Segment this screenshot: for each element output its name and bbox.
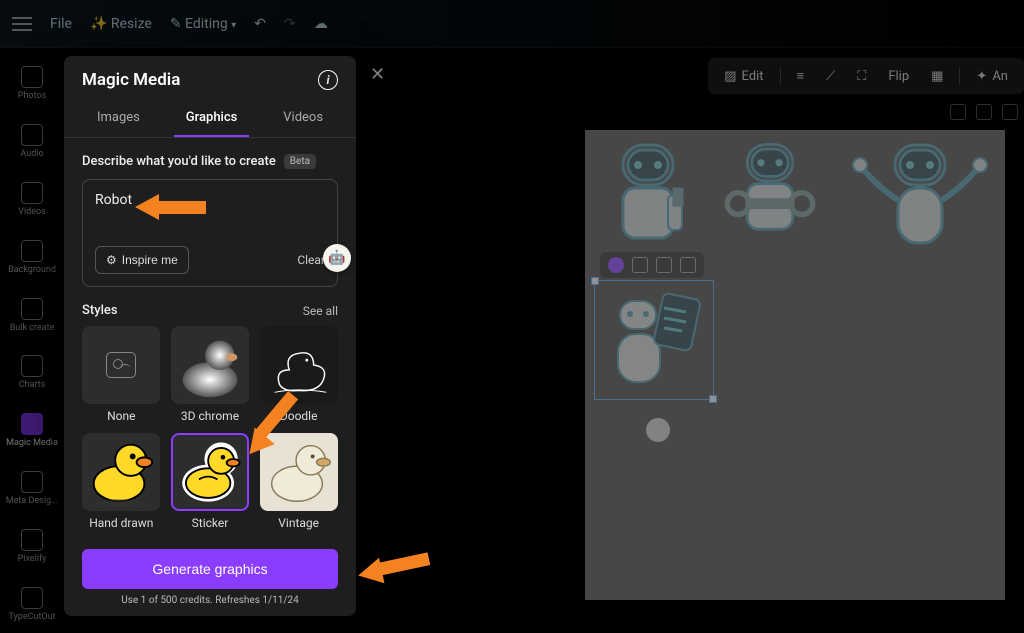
duck-doodle-icon xyxy=(260,326,338,404)
prompt-input[interactable]: Robot ⚙ Inspire me Clear 🤖 xyxy=(82,179,338,287)
sidebar-item-magicmedia[interactable]: Magic Media xyxy=(0,413,64,449)
close-panel-button[interactable]: ✕ xyxy=(370,64,385,85)
crop-icon[interactable]: ⛶ xyxy=(851,65,872,88)
expand-icon[interactable] xyxy=(1002,104,1018,120)
transparency-icon[interactable]: ▦ xyxy=(925,65,949,88)
info-icon[interactable]: i xyxy=(318,70,338,90)
beta-badge: Beta xyxy=(284,154,316,169)
copy-icon[interactable] xyxy=(976,104,992,120)
sidebar-item-bulkcreate[interactable]: Bulk create xyxy=(0,298,64,334)
edit-icon: ▨ xyxy=(724,69,736,84)
inspire-button[interactable]: ⚙ Inspire me xyxy=(95,246,189,274)
tab-graphics[interactable]: Graphics xyxy=(174,100,250,137)
sidebar-item-photos[interactable]: Photos xyxy=(0,66,64,102)
robot-graphic-2[interactable] xyxy=(720,140,820,249)
align-icon[interactable]: ≡ xyxy=(791,64,811,88)
left-sidebar: Photos Audio Videos Background Bulk crea… xyxy=(0,48,64,633)
duck-handdrawn-icon xyxy=(82,433,160,511)
duck-sticker-icon xyxy=(173,433,247,511)
top-toolbar: File ✨ Resize ✎ Editing ▾ ↶ ↷ ☁ xyxy=(0,0,1024,48)
see-all-link[interactable]: See all xyxy=(303,304,338,318)
style-hand-drawn[interactable]: Hand drawn xyxy=(82,433,161,530)
sidebar-item-background[interactable]: Background xyxy=(0,240,64,276)
tab-videos[interactable]: Videos xyxy=(271,100,335,137)
curve-icon[interactable]: ⟋ xyxy=(820,65,841,88)
undo-button[interactable]: ↶ xyxy=(254,16,266,32)
more-icon[interactable] xyxy=(680,257,696,273)
edit-button[interactable]: ▨ Edit xyxy=(718,65,769,88)
sidebar-item-audio[interactable]: Audio xyxy=(0,124,64,160)
magic-media-panel: Magic Media i Images Graphics Videos Des… xyxy=(64,56,356,616)
assistant-icon[interactable]: 🤖 xyxy=(323,244,351,272)
element-toolbar: ▨ Edit ≡ ⟋ ⛶ Flip ▦ ✦ An xyxy=(708,58,1024,94)
style-doodle[interactable]: Doodle xyxy=(259,326,338,423)
duck-chrome-icon xyxy=(171,326,249,404)
panel-title: Magic Media xyxy=(82,70,180,90)
style-sticker[interactable]: Sticker xyxy=(171,433,250,530)
robot-graphic-3[interactable] xyxy=(850,140,990,260)
prompt-text: Robot xyxy=(95,192,325,208)
generate-button[interactable]: Generate graphics xyxy=(82,549,338,589)
styles-grid: None 3D chrome xyxy=(82,326,338,530)
credits-text: Use 1 of 500 credits. Refreshes 1/11/24 xyxy=(64,595,356,616)
document-controls xyxy=(950,104,1018,120)
image-placeholder-icon xyxy=(106,352,136,378)
lock-icon[interactable] xyxy=(950,104,966,120)
file-menu[interactable]: File xyxy=(50,16,72,32)
refresh-icon[interactable]: ↻ xyxy=(646,418,670,442)
sidebar-item-typecutout[interactable]: TypeCutOut xyxy=(0,587,64,623)
robot-graphic-selected[interactable] xyxy=(600,286,710,396)
clear-button[interactable]: Clear xyxy=(297,253,325,267)
panel-tabs: Images Graphics Videos xyxy=(64,100,356,138)
annotation-arrow-1 xyxy=(156,201,206,214)
delete-icon[interactable] xyxy=(656,257,672,273)
robot-graphic-1[interactable] xyxy=(598,140,698,260)
cloud-sync-icon[interactable]: ☁ xyxy=(314,16,328,32)
resize-menu[interactable]: ✨ Resize xyxy=(90,16,152,32)
tab-images[interactable]: Images xyxy=(85,100,152,137)
sidebar-item-videos[interactable]: Videos xyxy=(0,182,64,218)
menu-icon[interactable] xyxy=(12,23,32,25)
styles-label: Styles xyxy=(82,303,118,318)
selection-toolbar xyxy=(600,252,704,278)
flip-button[interactable]: Flip xyxy=(882,65,915,88)
lightbulb-icon: ⚙ xyxy=(106,253,117,267)
describe-label: Describe what you'd like to create xyxy=(82,154,276,169)
redo-button[interactable]: ↷ xyxy=(284,16,296,32)
regenerate-icon[interactable] xyxy=(608,257,624,273)
sidebar-item-charts[interactable]: Charts xyxy=(0,355,64,391)
style-3d-chrome[interactable]: 3D chrome xyxy=(171,326,250,423)
style-none[interactable]: None xyxy=(82,326,161,423)
editing-menu[interactable]: ✎ Editing ▾ xyxy=(170,16,236,32)
duplicate-icon[interactable] xyxy=(632,257,648,273)
animate-button[interactable]: ✦ An xyxy=(970,65,1014,88)
annotation-arrow-3 xyxy=(377,552,431,576)
sidebar-item-pixelify[interactable]: Pixelify xyxy=(0,529,64,565)
sidebar-item-metadesign[interactable]: Meta Desig... xyxy=(0,471,64,507)
